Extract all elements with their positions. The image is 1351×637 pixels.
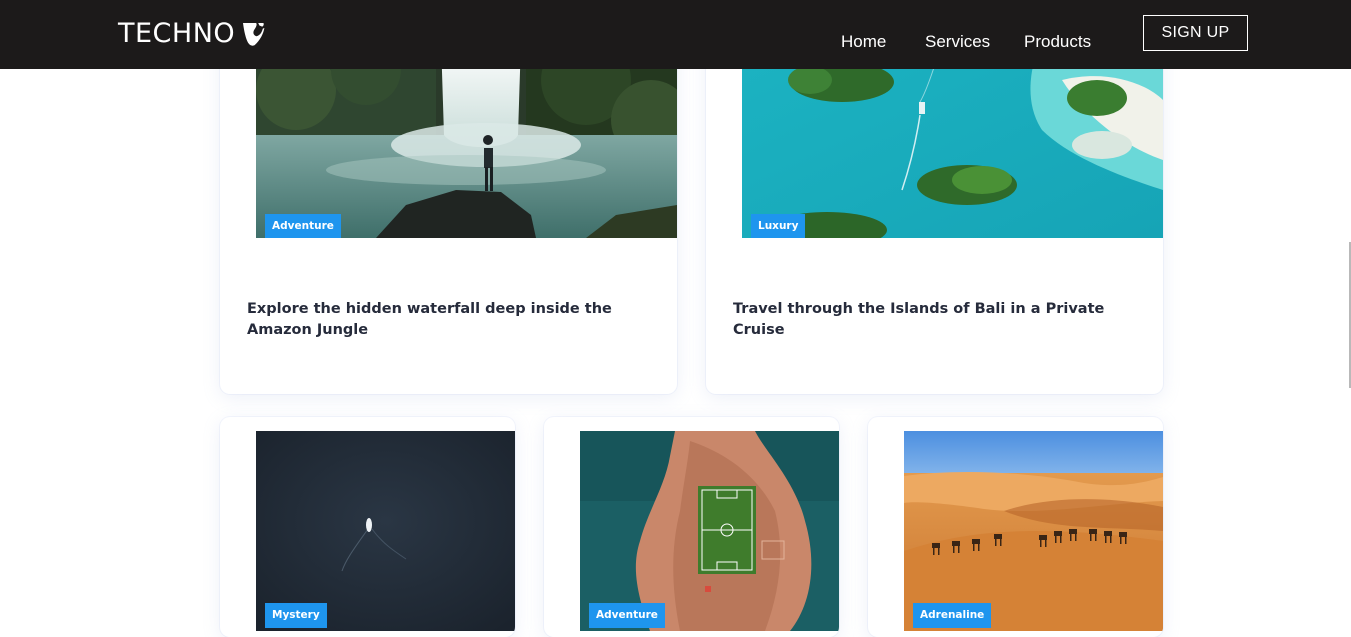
typo3-logo-icon: [243, 23, 265, 46]
category-tag[interactable]: Adventure: [589, 603, 665, 628]
category-tag[interactable]: Luxury: [751, 214, 806, 238]
article-card[interactable]: Luxury Travel through the Islands of Bal…: [706, 40, 1163, 394]
nav-home[interactable]: Home: [841, 32, 886, 52]
card-title[interactable]: Explore the hidden waterfall deep inside…: [247, 299, 647, 341]
sign-up-button[interactable]: SIGN UP: [1143, 15, 1248, 51]
nav-products[interactable]: Products: [1024, 32, 1091, 52]
islands-aerial-photo[interactable]: Luxury: [742, 40, 1163, 238]
waterfall-photo[interactable]: Adventure: [256, 40, 677, 238]
category-tag[interactable]: Mystery: [265, 603, 327, 628]
card-title[interactable]: Travel through the Islands of Bali in a …: [733, 299, 1143, 341]
article-card[interactable]: Adventure Explore the hidden waterfall d…: [220, 40, 677, 394]
ocean-boat-photo[interactable]: Mystery: [256, 431, 515, 631]
article-card[interactable]: Adrenaline: [868, 417, 1163, 637]
nav-services[interactable]: Services: [925, 32, 990, 52]
category-tag[interactable]: Adventure: [265, 214, 341, 238]
article-card[interactable]: Mystery: [220, 417, 515, 637]
brand-name: TECHNO: [118, 18, 236, 49]
island-football-field-photo[interactable]: Adventure: [580, 431, 839, 631]
article-card[interactable]: Adventure: [544, 417, 839, 637]
category-tag[interactable]: Adrenaline: [913, 603, 992, 628]
brand-logo-link[interactable]: TECHNO: [118, 16, 265, 52]
desert-camels-photo[interactable]: Adrenaline: [904, 431, 1163, 631]
top-navbar: TECHNO Home Services Products SIGN UP: [0, 0, 1351, 69]
